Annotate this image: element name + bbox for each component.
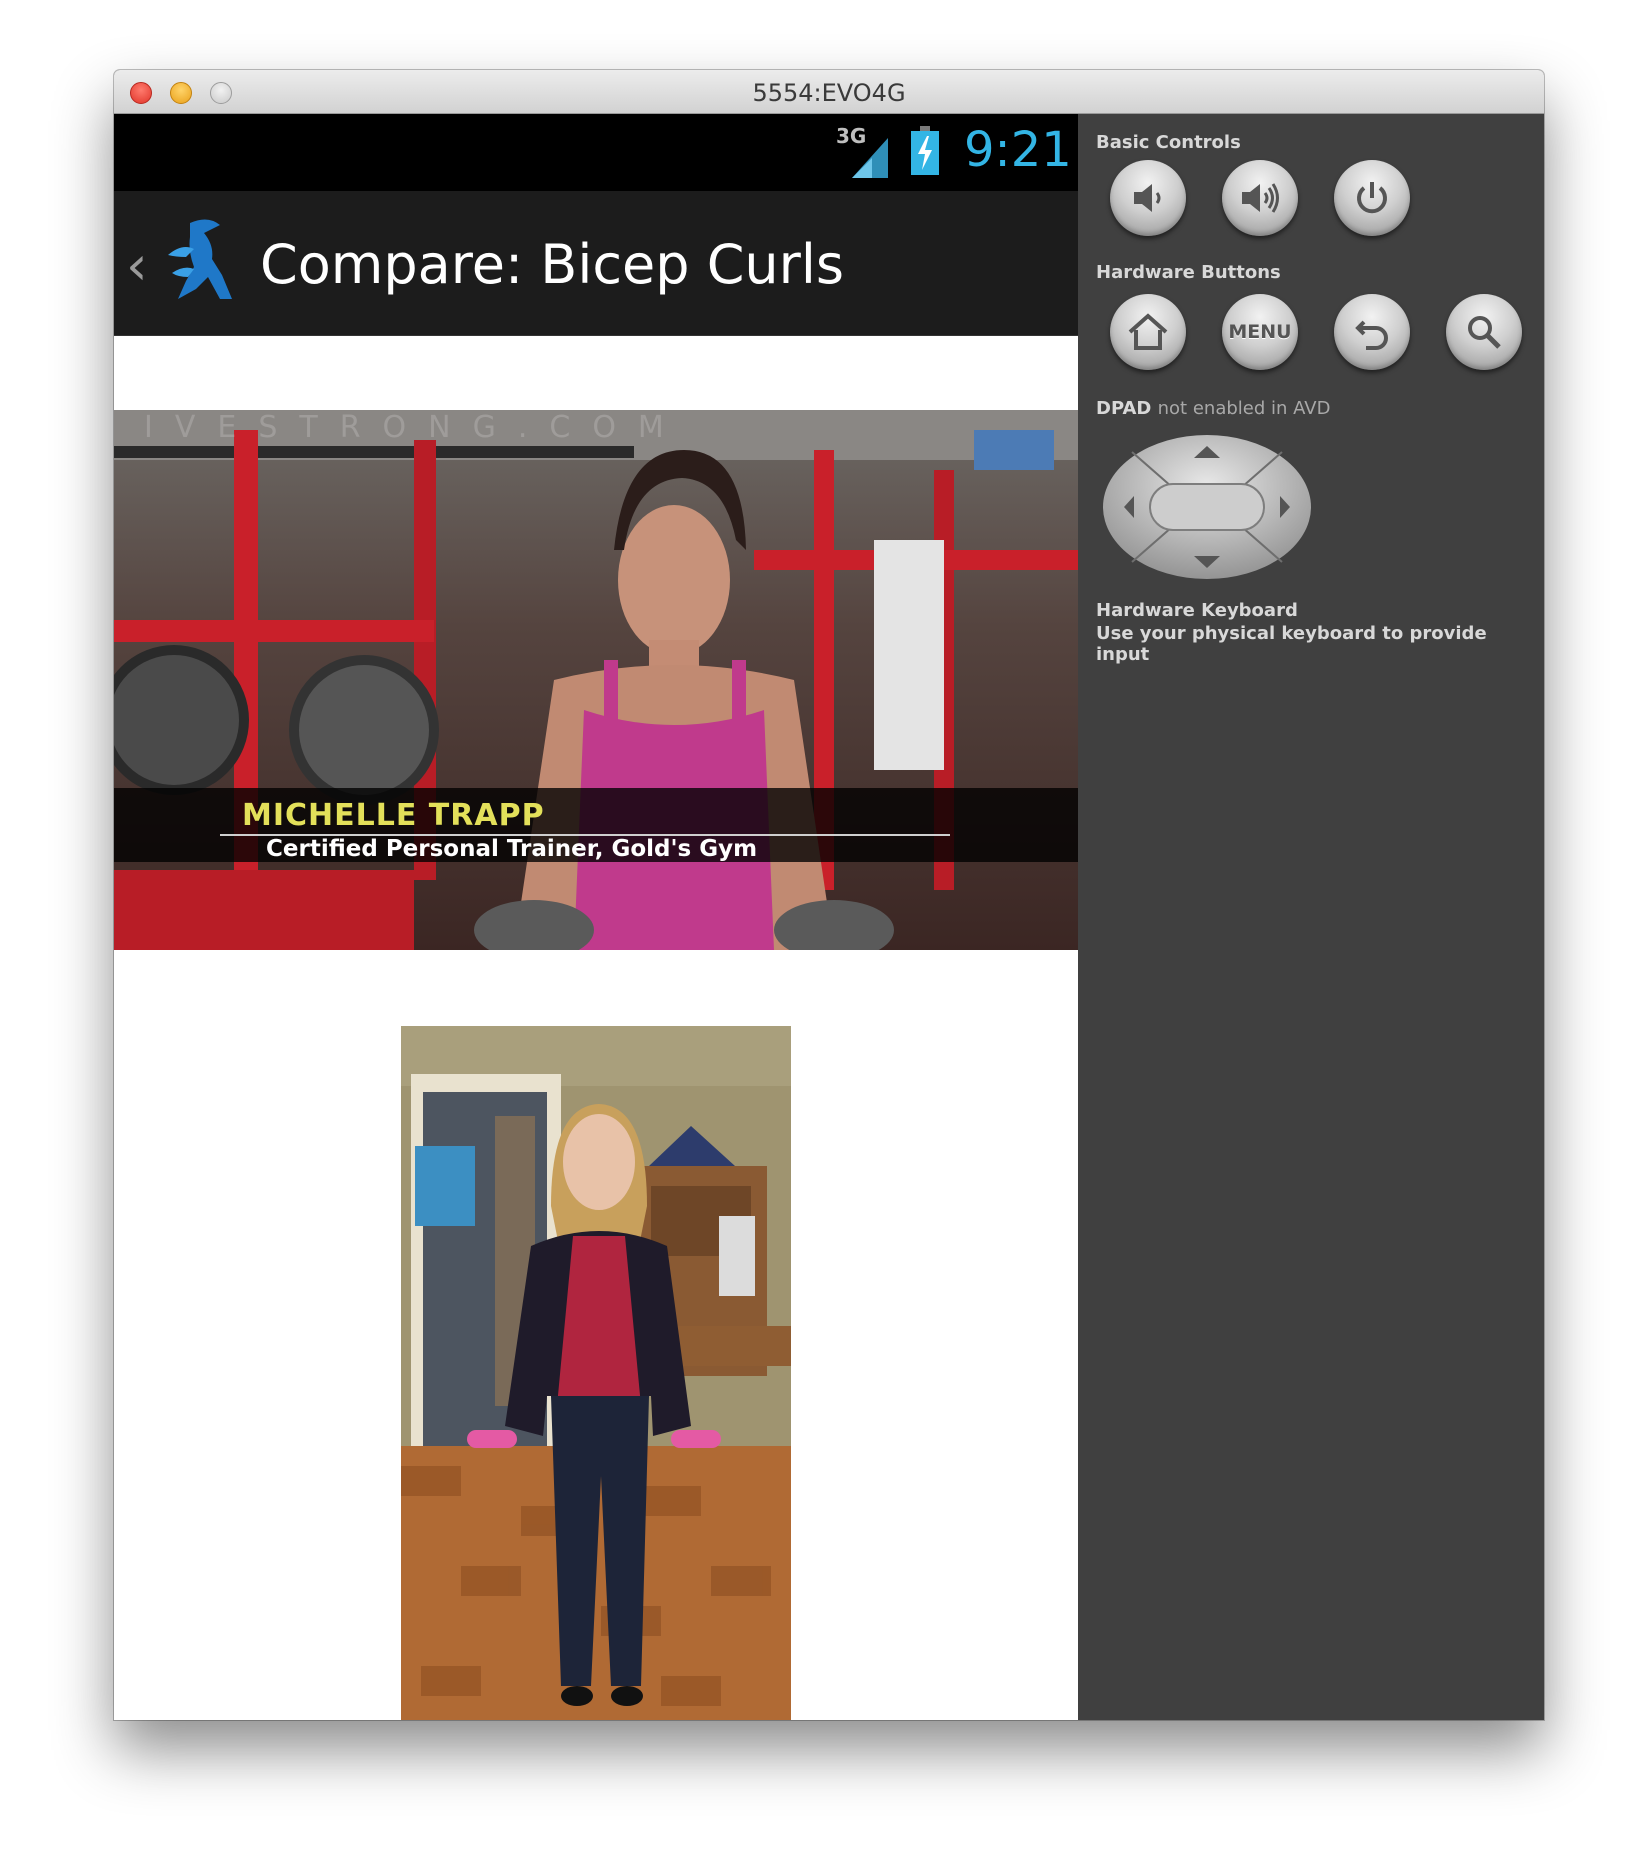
trainer-video-frame <box>114 410 1078 950</box>
window-title: 5554:EVO4G <box>752 79 906 107</box>
power-button[interactable] <box>1334 160 1410 236</box>
dpad-icon[interactable] <box>1102 432 1312 582</box>
search-button[interactable] <box>1446 294 1522 370</box>
volume-up-icon <box>1242 183 1279 213</box>
action-bar: ‹ Compare: Bicep Curls <box>114 191 1078 336</box>
volume-up-button[interactable] <box>1222 160 1298 236</box>
menu-button[interactable]: MENU <box>1222 294 1298 370</box>
emulator-control-panel: Basic Controls Hardware Buttons MENU DPA… <box>1078 114 1544 1720</box>
user-video[interactable] <box>401 1026 791 1720</box>
phone-screen: 3G 9:21 ‹ Compare: Bicep Curls IVESTRONG… <box>114 114 1078 1720</box>
volume-down-icon <box>1134 184 1161 212</box>
power-icon <box>1357 182 1387 214</box>
home-icon <box>1128 313 1168 350</box>
basic-controls-label: Basic Controls <box>1096 132 1241 153</box>
dpad-note: not enabled in AVD <box>1157 398 1331 419</box>
search-icon <box>1468 316 1501 349</box>
hardware-keyboard-description: Use your physical keyboard to provide in… <box>1096 623 1487 665</box>
dpad-title: DPAD <box>1096 398 1152 419</box>
app-logo-icon[interactable] <box>160 215 240 305</box>
hardware-buttons-label: Hardware Buttons <box>1096 262 1281 283</box>
battery-charging-icon <box>911 126 939 175</box>
menu-button-label: MENU <box>1228 321 1292 343</box>
page-title: Compare: Bicep Curls <box>260 233 844 296</box>
home-button[interactable] <box>1110 294 1186 370</box>
user-video-frame <box>401 1026 791 1720</box>
trainer-name: MICHELLE TRAPP <box>242 798 545 833</box>
title-bar[interactable]: 5554:EVO4G <box>114 70 1544 114</box>
hardware-keyboard-label: Hardware Keyboard <box>1096 600 1298 621</box>
status-bar: 3G 9:21 <box>114 114 1078 191</box>
status-clock: 9:21 <box>964 122 1072 178</box>
video-caption: MICHELLE TRAPP Certified Personal Traine… <box>114 788 1078 862</box>
emulator-window: 5554:EVO4G 3G 9:21 ‹ Compare: Bicep Curl… <box>114 70 1544 1720</box>
trainer-video[interactable]: IVESTRONG.COM MICHELLE TRAPP Certified P… <box>114 410 1078 950</box>
back-chevron-icon[interactable]: ‹ <box>126 239 148 293</box>
trainer-title: Certified Personal Trainer, Gold's Gym <box>266 836 758 862</box>
video-watermark: IVESTRONG.COM <box>144 410 686 445</box>
dpad-label: DPAD not enabled in AVD <box>1096 398 1330 419</box>
signal-icon <box>852 138 888 178</box>
volume-down-button[interactable] <box>1110 160 1186 236</box>
back-arrow-icon <box>1355 320 1388 350</box>
back-button[interactable] <box>1334 294 1410 370</box>
